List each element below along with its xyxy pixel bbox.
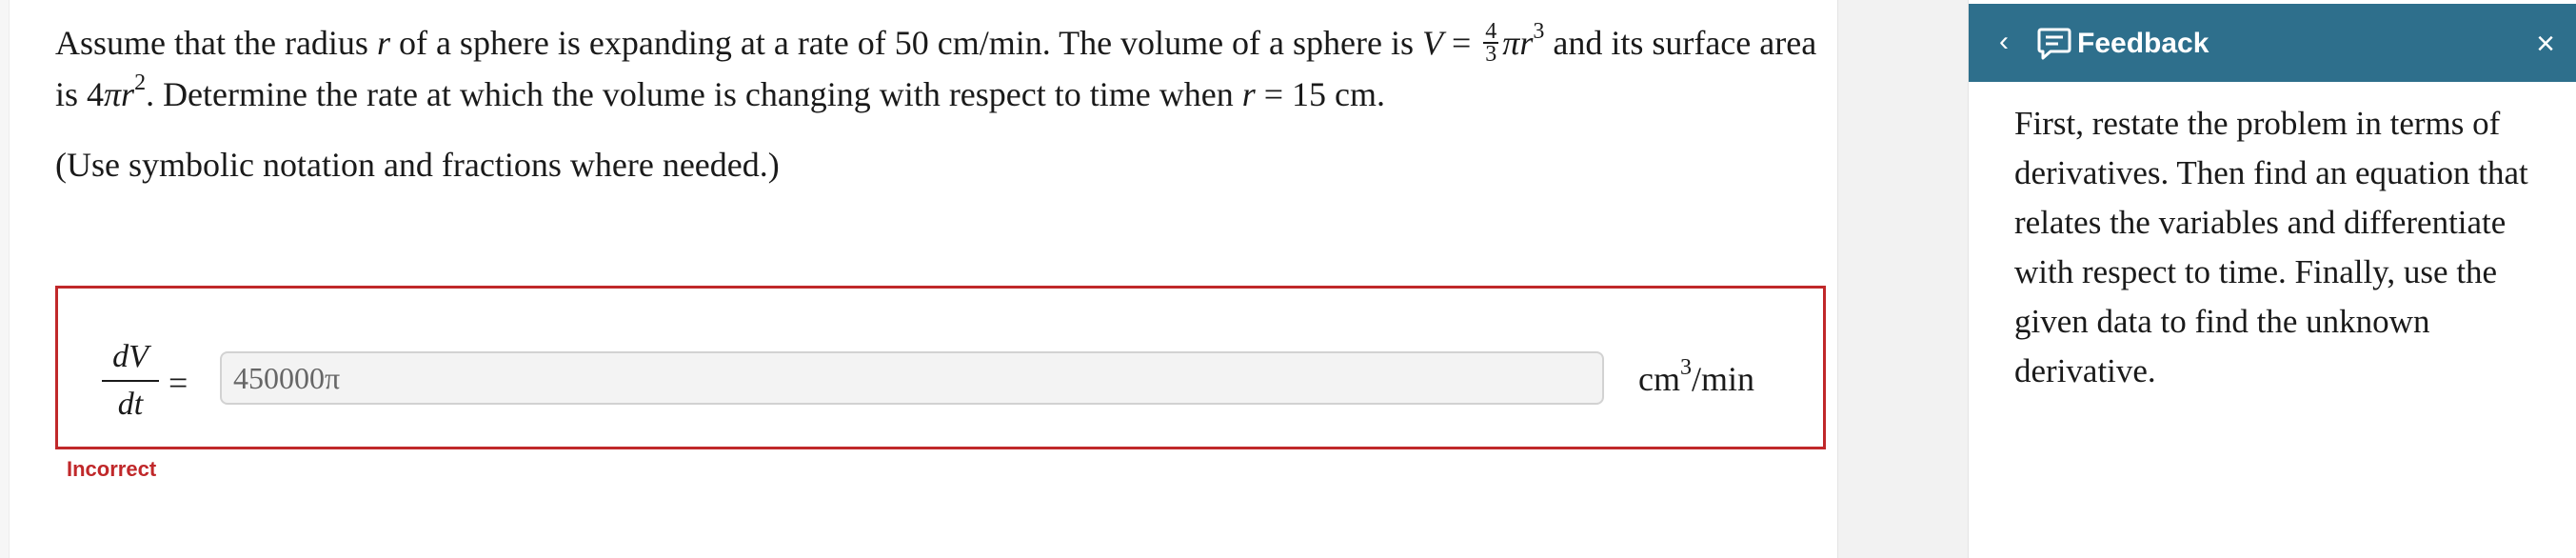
feedback-header: ‹ Feedback × [1969,4,2576,82]
left-edge [0,0,10,558]
close-icon[interactable]: × [2528,25,2563,63]
chevron-left-icon[interactable]: ‹ [1990,25,2018,59]
feedback-body: First, restate the problem in terms of d… [2014,105,2528,389]
status-incorrect: Incorrect [67,457,157,481]
panel-gutter [1837,0,1969,558]
equals-sign: = [168,364,188,402]
variable-r: r [376,24,390,62]
feedback-title: Feedback [2077,28,2209,59]
question-pane: Assume that the radius r of a sphere is … [10,0,1837,558]
fraction-four-thirds: 43 [1483,18,1499,67]
units-label: cm3/min [1638,355,1754,398]
feedback-icon [2037,28,2071,60]
feedback-panel: ‹ Feedback × First, restate the problem … [1969,0,2576,558]
answer-box: dV dt = 450000π cm3/min [55,286,1826,449]
instruction-note: (Use symbolic notation and fractions whe… [55,146,780,184]
question-text: Assume that the radius r of a sphere is … [55,18,1817,113]
derivative-label: dV dt [102,338,159,424]
variable-v: V [1421,24,1443,62]
answer-input[interactable]: 450000π [220,351,1604,405]
